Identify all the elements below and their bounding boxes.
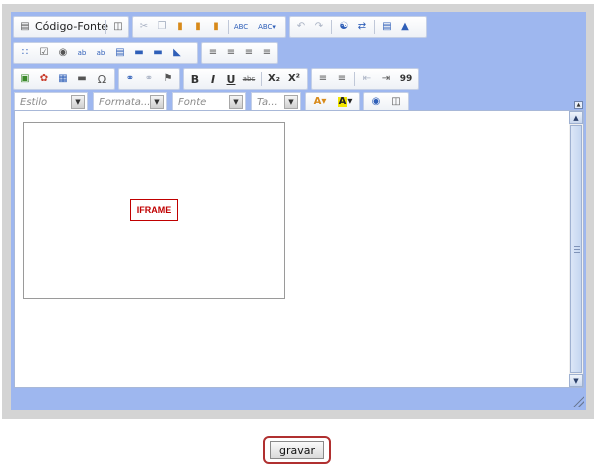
collapse-toolbar-icon[interactable]: ▲ xyxy=(574,101,583,109)
format-combo[interactable]: Formata... ▼ xyxy=(93,92,167,112)
special-char-icon[interactable]: Ω xyxy=(93,71,111,87)
toolbar-separator xyxy=(374,20,375,34)
replace-icon[interactable]: ⇄ xyxy=(353,19,371,35)
resize-handle-icon[interactable] xyxy=(572,395,584,407)
toolbar-separator xyxy=(261,72,262,86)
form-icon[interactable]: ∷ xyxy=(16,45,34,61)
chevron-down-icon[interactable]: ▼ xyxy=(229,95,243,109)
editor-content-area[interactable]: IFRAME ▲ ▼ xyxy=(14,110,584,388)
strike-icon[interactable]: abc xyxy=(240,71,258,87)
bold-icon[interactable]: B xyxy=(186,71,204,87)
maximize-icon[interactable]: ◉ xyxy=(367,94,385,110)
toolbar-group-basic-styles: B I U abc X₂ X² xyxy=(183,68,308,90)
font-combo-label: Fonte xyxy=(178,97,207,108)
justify-icon[interactable]: ≡ xyxy=(258,45,276,61)
rich-text-editor: ▤ Código-Fonte ◫ ✂ ❐ ▮ ▮ ▮ ABC ABC▾ ↶ ↷ … xyxy=(11,12,586,410)
iframe-label: IFRAME xyxy=(130,199,178,221)
undo-icon[interactable]: ↶ xyxy=(292,19,310,35)
preview-icon[interactable]: ◫ xyxy=(109,19,127,35)
font-combo[interactable]: Fonte ▼ xyxy=(172,92,246,112)
select-all-icon[interactable]: ▤ xyxy=(378,19,396,35)
cut-icon[interactable]: ✂ xyxy=(135,19,153,35)
source-button-label[interactable]: Código-Fonte xyxy=(35,20,108,33)
toolbar-group-document: ▤ Código-Fonte ◫ xyxy=(13,16,129,38)
chevron-down-icon[interactable]: ▼ xyxy=(71,95,85,109)
textarea-icon[interactable]: ab xyxy=(92,45,110,61)
toolbar-separator xyxy=(228,20,229,34)
outdent-icon[interactable]: ⇤ xyxy=(358,71,376,87)
size-combo-label: Ta... xyxy=(257,97,278,108)
vertical-scrollbar[interactable]: ▲ ▼ xyxy=(569,111,583,387)
toolbar-group-align: ≡ ≡ ≡ ≡ xyxy=(201,42,278,64)
size-combo[interactable]: Ta... ▼ xyxy=(251,92,301,112)
format-combo-label: Formata... xyxy=(99,97,151,108)
grip-icon xyxy=(574,246,580,254)
toolbar-group-tools: ◉ ◫ xyxy=(363,92,409,112)
scroll-up-icon[interactable]: ▲ xyxy=(569,111,583,124)
source-icon[interactable]: ▤ xyxy=(16,19,34,35)
italic-icon[interactable]: I xyxy=(204,71,222,87)
toolbar-group-colors: A▾ A ▾ xyxy=(305,92,360,112)
anchor-icon[interactable]: ⚑ xyxy=(159,71,177,87)
indent-icon[interactable]: ⇥ xyxy=(377,71,395,87)
spellcheck-as-you-type-icon[interactable]: ABC▾ xyxy=(253,19,281,35)
flash-icon[interactable]: ✿ xyxy=(35,71,53,87)
align-left-icon[interactable]: ≡ xyxy=(204,45,222,61)
toolbar-group-insert: ▣ ✿ ▦ ▬ Ω xyxy=(13,68,115,90)
toolbar-separator xyxy=(331,20,332,34)
iframe-placeholder[interactable]: IFRAME xyxy=(23,122,285,299)
text-color-icon[interactable]: A▾ xyxy=(308,94,332,110)
copy-icon[interactable]: ❐ xyxy=(153,19,171,35)
image-button-icon[interactable]: ▬ xyxy=(149,45,167,61)
checkbox-icon[interactable]: ☑ xyxy=(35,45,53,61)
save-button-highlight: gravar xyxy=(263,436,331,464)
spellcheck-icon[interactable]: ABC xyxy=(232,19,250,35)
style-combo-label: Estilo xyxy=(20,97,48,108)
chevron-down-icon[interactable]: ▼ xyxy=(284,95,298,109)
toolbar-group-clipboard: ✂ ❐ ▮ ▮ ▮ ABC ABC▾ xyxy=(132,16,286,38)
align-center-icon[interactable]: ≡ xyxy=(222,45,240,61)
scrollbar-thumb[interactable] xyxy=(570,125,582,373)
bulleted-list-icon[interactable]: ≡ xyxy=(333,71,351,87)
numbered-list-icon[interactable]: ≡ xyxy=(314,71,332,87)
radio-icon[interactable]: ◉ xyxy=(54,45,72,61)
show-blocks-icon[interactable]: ◫ xyxy=(387,94,405,110)
paste-text-icon[interactable]: ▮ xyxy=(189,19,207,35)
subscript-icon[interactable]: X₂ xyxy=(265,71,283,87)
chevron-down-icon[interactable]: ▼ xyxy=(150,95,164,109)
remove-format-icon[interactable]: ▲ xyxy=(396,19,414,35)
unlink-icon[interactable]: ⚭ xyxy=(140,71,158,87)
toolbar-separator xyxy=(354,72,355,86)
horizontal-rule-icon[interactable]: ▬ xyxy=(73,71,91,87)
underline-icon[interactable]: U xyxy=(222,71,240,87)
toolbar-group-paragraph: ≡ ≡ ⇤ ⇥ 99 xyxy=(311,68,419,90)
superscript-icon[interactable]: X² xyxy=(285,71,303,87)
style-combo[interactable]: Estilo ▼ xyxy=(14,92,88,112)
select-icon[interactable]: ▤ xyxy=(111,45,129,61)
table-icon[interactable]: ▦ xyxy=(54,71,72,87)
scroll-down-icon[interactable]: ▼ xyxy=(569,374,583,387)
toolbar-group-links: ⚭ ⚭ ⚑ xyxy=(118,68,180,90)
redo-icon[interactable]: ↷ xyxy=(310,19,328,35)
blockquote-icon[interactable]: 99 xyxy=(397,71,415,87)
toolbar-separator xyxy=(105,20,106,34)
editor-frame: ▤ Código-Fonte ◫ ✂ ❐ ▮ ▮ ▮ ABC ABC▾ ↶ ↷ … xyxy=(2,4,594,419)
save-button[interactable]: gravar xyxy=(270,441,324,459)
textfield-icon[interactable]: ab xyxy=(73,45,91,61)
hidden-field-icon[interactable]: ◣ xyxy=(168,45,186,61)
paste-word-icon[interactable]: ▮ xyxy=(207,19,225,35)
paste-icon[interactable]: ▮ xyxy=(171,19,189,35)
align-right-icon[interactable]: ≡ xyxy=(240,45,258,61)
button-icon[interactable]: ▬ xyxy=(130,45,148,61)
toolbar-group-forms: ∷ ☑ ◉ ab ab ▤ ▬ ▬ ◣ xyxy=(13,42,198,64)
find-icon[interactable]: ☯ xyxy=(335,19,353,35)
toolbar-group-editing: ↶ ↷ ☯ ⇄ ▤ ▲ xyxy=(289,16,427,38)
background-color-icon[interactable]: A ▾ xyxy=(333,94,357,110)
link-icon[interactable]: ⚭ xyxy=(121,71,139,87)
image-icon[interactable]: ▣ xyxy=(16,71,34,87)
